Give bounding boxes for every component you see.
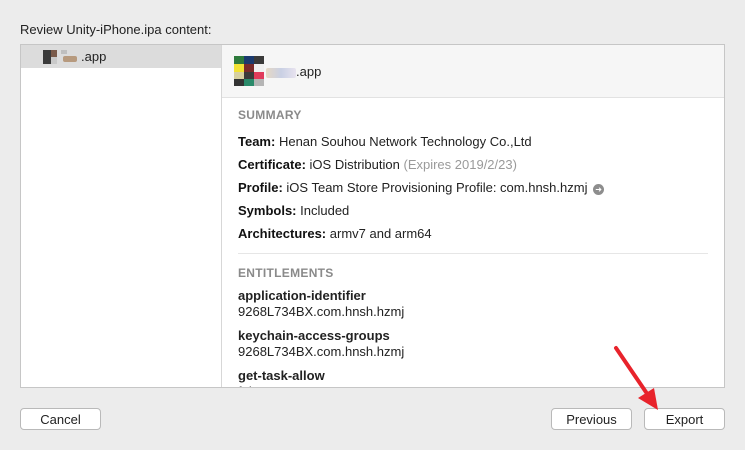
app-icon	[43, 49, 77, 64]
export-review-dialog: Review Unity-iPhone.ipa content: .app .a…	[0, 0, 745, 450]
app-icon	[234, 56, 264, 86]
detail-pane[interactable]: .app SUMMARY Team: Henan Souhou Network …	[222, 45, 724, 387]
architectures-value: armv7 and arm64	[329, 226, 432, 241]
cancel-button[interactable]: Cancel	[20, 408, 101, 430]
entitlement-item: application-identifier 9268L734BX.com.hn…	[238, 288, 708, 320]
profile-value: iOS Team Store Provisioning Profile: com…	[286, 180, 588, 195]
architectures-row: Architectures: armv7 and arm64	[238, 222, 708, 245]
team-row: Team: Henan Souhou Network Technology Co…	[238, 130, 708, 153]
certificate-label: Certificate:	[238, 157, 306, 172]
detail-header: .app	[222, 45, 724, 98]
certificate-expiry: (Expires 2019/2/23)	[403, 157, 517, 172]
dialog-heading: Review Unity-iPhone.ipa content:	[20, 22, 212, 37]
sidebar-item-label: .app	[81, 49, 107, 64]
certificate-row: Certificate: iOS Distribution (Expires 2…	[238, 153, 708, 176]
redacted-app-name	[266, 68, 296, 78]
header-app-name: .app	[296, 63, 322, 79]
sidebar-item-app[interactable]: .app	[21, 45, 221, 68]
symbols-label: Symbols:	[238, 203, 297, 218]
summary-title: SUMMARY	[238, 108, 302, 122]
entitlements-title: ENTITLEMENTS	[238, 266, 334, 280]
content-panel: .app .app SUMMARY Team: Henan Souhou Net…	[20, 44, 725, 388]
certificate-value: iOS Distribution	[309, 157, 400, 172]
symbols-value: Included	[300, 203, 350, 218]
entitlement-key: application-identifier	[238, 288, 366, 303]
team-label: Team:	[238, 134, 276, 149]
reveal-arrow-icon[interactable]: ➜	[593, 184, 605, 195]
symbols-row: Symbols: Included	[238, 199, 708, 222]
section-divider	[238, 253, 708, 254]
annotation-arrow-icon	[614, 346, 658, 410]
profile-label: Profile:	[238, 180, 283, 195]
architectures-label: Architectures:	[238, 226, 327, 241]
team-value: Henan Souhou Network Technology Co.,Ltd	[278, 134, 532, 149]
summary-section: SUMMARY Team: Henan Souhou Network Techn…	[222, 108, 724, 254]
profile-row: Profile: iOS Team Store Provisioning Pro…	[238, 176, 708, 199]
sidebar: .app	[21, 45, 222, 387]
entitlement-value: 9268L734BX.com.hnsh.hzmj	[238, 304, 405, 319]
